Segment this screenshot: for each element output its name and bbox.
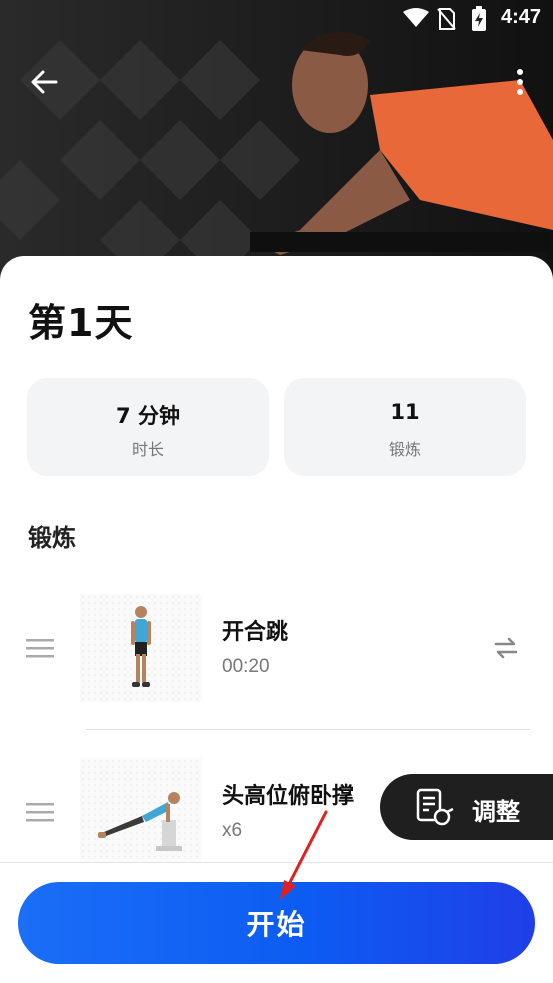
exercise-name: 头高位俯卧撑	[222, 784, 355, 809]
adjust-button[interactable]: 调整	[380, 774, 553, 840]
stat-label: 锻炼	[388, 440, 421, 459]
divider	[86, 729, 530, 730]
stat-value: 11	[390, 400, 420, 424]
section-title: 锻炼	[28, 524, 76, 552]
arrow-left-icon	[31, 70, 58, 94]
stat-label: 时长	[131, 440, 164, 459]
drag-handle-icon[interactable]	[26, 638, 54, 658]
more-vert-icon	[517, 69, 523, 95]
drag-handle-icon[interactable]	[26, 802, 54, 822]
start-button[interactable]: 开始	[18, 882, 535, 964]
exercise-duration: 00:20	[222, 656, 270, 677]
exercise-thumbnail	[80, 758, 202, 866]
back-button[interactable]	[24, 62, 64, 102]
stat-card-duration: 7 分钟 时长	[27, 378, 269, 476]
exercise-thumbnail	[80, 594, 202, 702]
stat-card-exercises: 11 锻炼	[284, 378, 526, 476]
swap-icon[interactable]	[492, 636, 520, 660]
exercise-item[interactable]: 开合跳 00:20	[0, 588, 553, 708]
hero-image: 4:47	[0, 0, 553, 290]
jumping-jack-figure-icon	[131, 606, 151, 687]
no-sim-icon	[437, 8, 456, 30]
hero-background-pattern	[0, 0, 553, 290]
exercise-name: 开合跳	[222, 620, 289, 645]
adjust-label: 调整	[472, 798, 520, 826]
status-bar: 4:47	[0, 0, 553, 38]
more-options-button[interactable]	[505, 62, 535, 102]
incline-pushup-figure-icon	[98, 792, 182, 851]
whistle-list-icon	[416, 788, 454, 826]
wifi-icon	[403, 8, 429, 27]
exercise-reps: x6	[222, 820, 243, 841]
stat-value: 7 分钟	[116, 404, 180, 428]
page-title: 第1天	[28, 301, 134, 345]
status-time: 4:47	[500, 6, 541, 28]
battery-charging-icon	[472, 6, 486, 31]
